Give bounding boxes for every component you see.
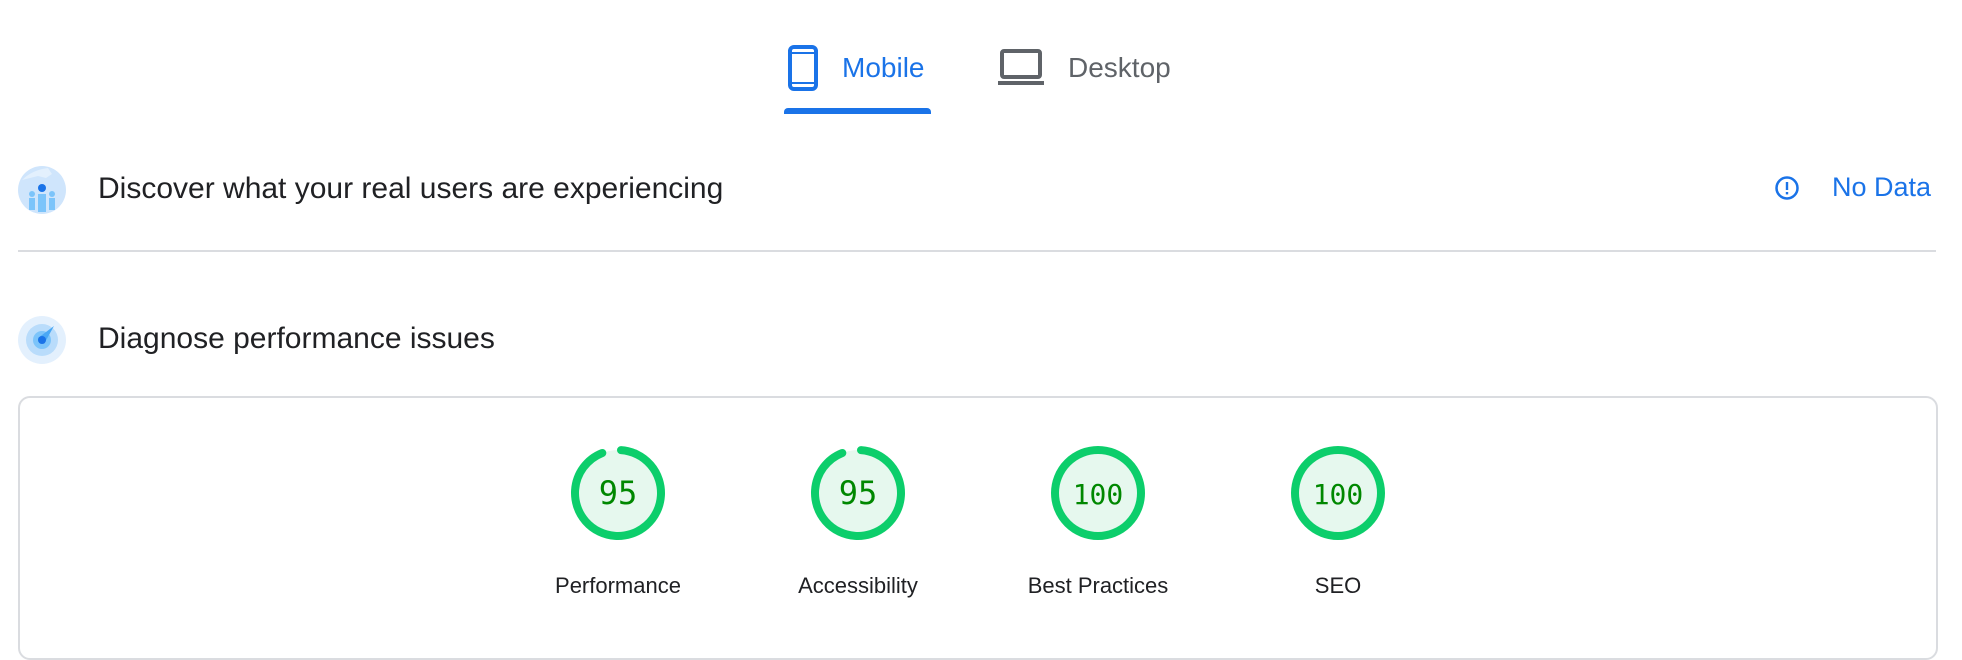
gauge-ring: 95	[571, 446, 665, 540]
no-data-label: No Data	[1832, 172, 1932, 202]
gauge-icon	[18, 316, 66, 364]
section-divider	[18, 250, 1936, 252]
gauge-ring: 95	[811, 446, 905, 540]
score-gauge-seo[interactable]: 100 SEO	[1238, 443, 1438, 599]
no-data-link[interactable]: No Data	[1774, 172, 1931, 203]
lab-data-title: Diagnose performance issues	[98, 322, 495, 355]
tab-label: Mobile	[842, 52, 925, 83]
gauge-ring: 100	[1051, 446, 1145, 540]
tab-desktop[interactable]: Desktop	[998, 40, 1171, 96]
gauge-score: 100	[1073, 478, 1124, 511]
active-tab-indicator	[784, 108, 931, 114]
score-gauge-performance[interactable]: 95 Performance	[518, 443, 718, 599]
tab-mobile[interactable]: Mobile	[788, 40, 924, 96]
scores-card	[18, 396, 1938, 660]
gauge-score: 95	[599, 474, 638, 512]
score-gauge-best-practices[interactable]: 100 Best Practices	[998, 443, 1198, 599]
gauge-score: 100	[1313, 478, 1364, 511]
info-alert-icon	[1775, 175, 1799, 200]
gauge-label: Performance	[555, 573, 681, 598]
laptop-icon	[998, 49, 1044, 85]
gauge-score: 95	[839, 474, 878, 512]
smartphone-icon	[788, 45, 818, 91]
score-gauge-accessibility[interactable]: 95 Accessibility	[758, 443, 958, 599]
gauge-ring: 100	[1291, 446, 1385, 540]
tab-label: Desktop	[1068, 52, 1171, 83]
gauge-label: Best Practices	[1027, 573, 1169, 598]
users-globe-icon	[18, 166, 66, 214]
gauge-label: SEO	[1314, 573, 1362, 598]
gauge-label: Accessibility	[798, 573, 918, 598]
field-data-title: Discover what your real users are experi…	[98, 172, 724, 205]
